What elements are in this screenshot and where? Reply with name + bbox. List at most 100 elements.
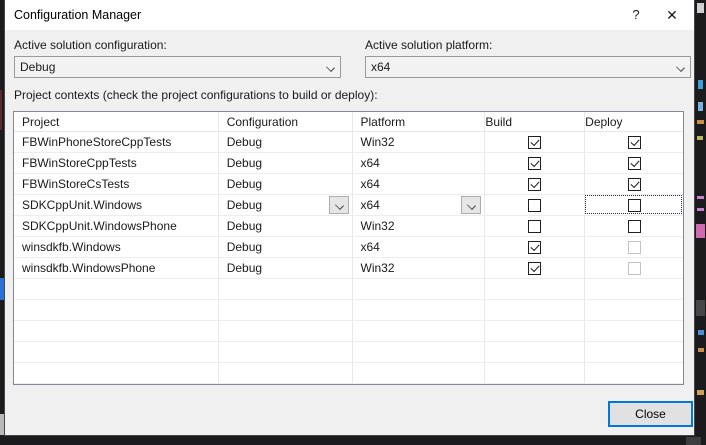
empty-cell <box>485 342 586 363</box>
deploy-checkbox[interactable] <box>627 219 641 233</box>
column-header-project[interactable]: Project <box>14 112 219 132</box>
build-cell[interactable] <box>485 132 586 153</box>
active-solution-platform-label: Active solution platform: <box>365 38 493 52</box>
background-app-sliver <box>698 330 704 335</box>
configuration-manager-dialog: Configuration Manager ? ✕ Active solutio… <box>4 0 695 436</box>
empty-table-row <box>14 363 683 384</box>
empty-cell <box>352 300 486 321</box>
column-header-build[interactable]: Build <box>485 112 586 132</box>
chevron-down-icon <box>327 64 334 71</box>
configuration-cell[interactable]: Debug <box>218 216 353 237</box>
deploy-cell[interactable] <box>585 153 683 174</box>
column-header-configuration[interactable]: Configuration <box>218 112 353 132</box>
configuration-cell[interactable]: Debug <box>218 132 353 153</box>
empty-cell <box>585 321 683 342</box>
background-app-sliver <box>697 136 703 140</box>
deploy-checkbox <box>627 240 641 254</box>
empty-cell <box>352 342 486 363</box>
table-row: FBWinStoreCppTests Debug x64 <box>14 153 683 174</box>
empty-cell <box>218 363 353 384</box>
configuration-cell[interactable]: Debug <box>218 258 353 279</box>
background-app-sliver <box>697 120 704 124</box>
configuration-dropdown-button[interactable] <box>328 196 349 214</box>
project-cell[interactable]: SDKCppUnit.Windows <box>14 195 219 216</box>
help-icon[interactable]: ? <box>620 0 652 30</box>
project-cell[interactable]: SDKCppUnit.WindowsPhone <box>14 216 219 237</box>
build-checkbox[interactable] <box>528 177 542 191</box>
dialog-title: Configuration Manager <box>14 8 142 22</box>
table-row: FBWinStoreCsTests Debug x64 <box>14 174 683 195</box>
table-row: winsdkfb.WindowsPhone Debug Win32 <box>14 258 683 279</box>
build-cell[interactable] <box>485 237 586 258</box>
build-cell[interactable] <box>485 174 586 195</box>
table-row: FBWinPhoneStoreCppTests Debug Win32 <box>14 132 683 153</box>
active-solution-configuration-label: Active solution configuration: <box>14 38 167 52</box>
empty-cell <box>218 342 353 363</box>
build-cell[interactable] <box>485 216 586 237</box>
build-checkbox[interactable] <box>528 156 542 170</box>
project-cell[interactable]: FBWinStoreCppTests <box>14 153 219 174</box>
platform-cell[interactable]: x64 <box>352 195 486 216</box>
empty-cell <box>485 300 586 321</box>
platform-cell[interactable]: Win32 <box>352 216 486 237</box>
active-solution-configuration-select[interactable]: Debug <box>14 56 341 78</box>
configuration-cell[interactable]: Debug <box>218 237 353 258</box>
project-cell[interactable]: FBWinStoreCsTests <box>14 174 219 195</box>
empty-table-row <box>14 279 683 300</box>
deploy-cell[interactable] <box>585 174 683 195</box>
deploy-checkbox[interactable] <box>627 156 641 170</box>
configuration-cell[interactable]: Debug <box>218 174 353 195</box>
deploy-checkbox[interactable] <box>627 177 641 191</box>
background-app-sliver <box>686 437 701 445</box>
background-app-sliver <box>698 80 703 89</box>
close-button[interactable]: Close <box>608 401 693 427</box>
empty-cell <box>585 279 683 300</box>
chevron-down-icon <box>336 202 343 209</box>
screen: Configuration Manager ? ✕ Active solutio… <box>0 0 706 445</box>
empty-cell <box>352 363 486 384</box>
build-checkbox[interactable] <box>528 219 542 233</box>
build-cell[interactable] <box>485 195 586 216</box>
platform-cell[interactable]: Win32 <box>352 132 486 153</box>
project-contexts-caption: Project contexts (check the project conf… <box>14 88 378 102</box>
active-solution-platform-select[interactable]: x64 <box>365 56 691 78</box>
column-header-platform[interactable]: Platform <box>352 112 486 132</box>
empty-cell <box>14 321 219 342</box>
active-solution-configuration-value: Debug <box>20 60 56 74</box>
empty-cell <box>218 321 353 342</box>
deploy-checkbox[interactable] <box>627 135 641 149</box>
build-checkbox[interactable] <box>528 240 542 254</box>
background-app-sliver <box>697 208 704 211</box>
deploy-cell[interactable] <box>585 216 683 237</box>
close-icon[interactable]: ✕ <box>656 0 688 30</box>
platform-cell[interactable]: x64 <box>352 153 486 174</box>
background-app-sliver <box>696 300 705 316</box>
project-cell[interactable]: winsdkfb.WindowsPhone <box>14 258 219 279</box>
empty-table-row <box>14 342 683 363</box>
background-app-sliver <box>697 390 704 395</box>
build-checkbox[interactable] <box>528 198 542 212</box>
configuration-cell[interactable]: Debug <box>218 153 353 174</box>
deploy-cell[interactable] <box>585 237 683 258</box>
deploy-cell[interactable] <box>585 195 683 216</box>
empty-cell <box>352 321 486 342</box>
empty-cell <box>14 342 219 363</box>
configuration-cell[interactable]: Debug <box>218 195 353 216</box>
empty-table-row <box>14 321 683 342</box>
build-checkbox[interactable] <box>528 135 542 149</box>
platform-dropdown-button[interactable] <box>461 196 482 214</box>
platform-cell[interactable]: x64 <box>352 174 486 195</box>
deploy-cell[interactable] <box>585 132 683 153</box>
deploy-cell[interactable] <box>585 258 683 279</box>
project-cell[interactable]: FBWinPhoneStoreCppTests <box>14 132 219 153</box>
build-cell[interactable] <box>485 258 586 279</box>
project-cell[interactable]: winsdkfb.Windows <box>14 237 219 258</box>
build-cell[interactable] <box>485 153 586 174</box>
build-checkbox[interactable] <box>528 261 542 275</box>
empty-cell <box>485 279 586 300</box>
deploy-checkbox[interactable] <box>627 198 641 212</box>
empty-cell <box>14 300 219 321</box>
platform-cell[interactable]: x64 <box>352 237 486 258</box>
platform-cell[interactable]: Win32 <box>352 258 486 279</box>
column-header-deploy[interactable]: Deploy <box>585 112 683 132</box>
